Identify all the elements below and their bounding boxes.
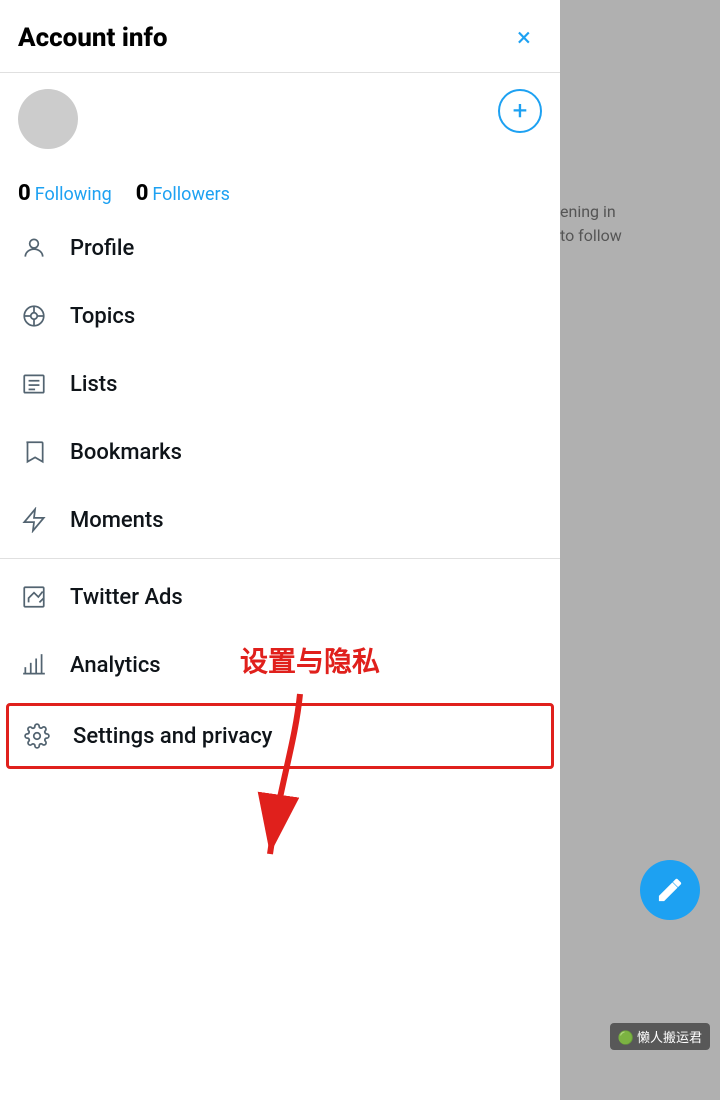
close-button[interactable]: ×	[506, 20, 542, 56]
side-drawer: Account info × + 0 Following 0 Followers…	[0, 0, 560, 1100]
person-icon	[18, 232, 50, 264]
avatar	[18, 89, 78, 149]
menu-item-bookmarks[interactable]: Bookmarks	[0, 418, 560, 486]
moments-icon	[18, 504, 50, 536]
menu-label-twitter-ads: Twitter Ads	[70, 585, 183, 610]
background-text: ening in to follow	[560, 200, 700, 248]
menu-item-settings[interactable]: Settings and privacy	[6, 703, 554, 769]
stats-row: 0 Following 0 Followers	[0, 173, 560, 214]
lists-icon	[18, 368, 50, 400]
menu-label-profile: Profile	[70, 236, 134, 261]
menu-label-topics: Topics	[70, 304, 135, 329]
menu-label-moments: Moments	[70, 508, 164, 533]
ads-icon	[18, 581, 50, 613]
topics-icon	[18, 300, 50, 332]
menu-item-profile[interactable]: Profile	[0, 214, 560, 282]
compose-fab-button[interactable]	[640, 860, 700, 920]
menu-label-settings: Settings and privacy	[73, 724, 272, 749]
following-label: Following	[35, 184, 112, 205]
drawer-header: Account info ×	[0, 0, 560, 73]
following-stat[interactable]: 0 Following	[18, 181, 112, 206]
menu-divider	[0, 558, 560, 559]
menu-item-moments[interactable]: Moments	[0, 486, 560, 554]
followers-label: Followers	[152, 184, 230, 205]
settings-icon	[21, 720, 53, 752]
wechat-watermark: 🟢 懒人搬运君	[610, 1023, 710, 1050]
menu-label-bookmarks: Bookmarks	[70, 440, 182, 465]
menu-list: Profile Topics Lists Bookmarks	[0, 214, 560, 1100]
menu-label-analytics: Analytics	[70, 653, 161, 678]
drawer-title: Account info	[18, 23, 168, 53]
profile-area: +	[0, 73, 560, 173]
menu-item-topics[interactable]: Topics	[0, 282, 560, 350]
menu-label-lists: Lists	[70, 372, 117, 397]
menu-item-twitter-ads[interactable]: Twitter Ads	[0, 563, 560, 631]
bookmarks-icon	[18, 436, 50, 468]
followers-stat[interactable]: 0 Followers	[136, 181, 230, 206]
followers-count: 0	[136, 181, 149, 206]
analytics-icon	[18, 649, 50, 681]
following-count: 0	[18, 181, 31, 206]
menu-item-lists[interactable]: Lists	[0, 350, 560, 418]
menu-item-analytics[interactable]: Analytics	[0, 631, 560, 699]
add-account-button[interactable]: +	[498, 89, 542, 133]
